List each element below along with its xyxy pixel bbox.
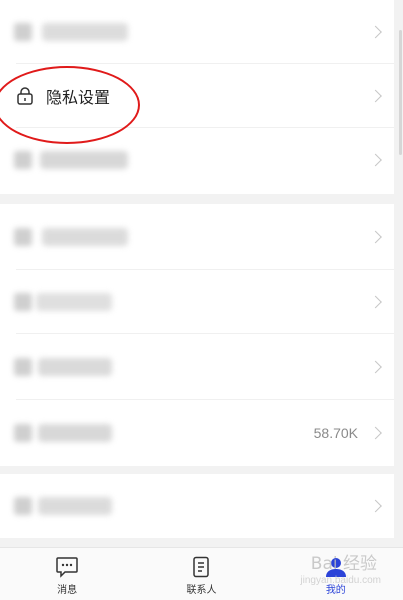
settings-row-blurred-3[interactable]	[0, 204, 394, 270]
tab-label: 消息	[57, 585, 78, 596]
storage-size-value: 58.70K	[313, 425, 358, 441]
blurred-label	[38, 358, 112, 376]
blurred-icon	[14, 228, 32, 246]
blurred-icon	[14, 293, 32, 311]
blurred-label	[36, 293, 112, 311]
blurred-icon	[14, 424, 32, 442]
chevron-right-icon	[369, 295, 382, 309]
chevron-right-icon	[369, 230, 382, 244]
chevron-right-icon	[369, 153, 382, 167]
blurred-icon	[14, 497, 32, 515]
blurred-icon	[14, 358, 32, 376]
settings-group-2: 58.70K	[0, 204, 394, 466]
scrollbar[interactable]	[399, 30, 402, 155]
settings-row-storage[interactable]: 58.70K	[0, 400, 394, 466]
chevron-right-icon	[369, 360, 382, 374]
settings-row-blurred-6[interactable]	[0, 474, 394, 538]
settings-group-3	[0, 474, 394, 538]
watermark: Bai 经验	[310, 554, 377, 574]
chevron-right-icon	[369, 426, 382, 440]
chevron-right-icon	[369, 89, 382, 103]
settings-row-blurred-4[interactable]	[0, 270, 394, 334]
blurred-icon	[14, 151, 32, 169]
tab-messages[interactable]: 消息	[0, 548, 134, 600]
tab-contacts[interactable]: 联系人	[134, 548, 268, 600]
blurred-label	[38, 497, 112, 515]
chevron-right-icon	[369, 499, 382, 513]
settings-screen: 隐私设置 58.70K 消息 联系人 我的 Bai 经验 jingyan.bai…	[0, 0, 403, 600]
blurred-label	[42, 228, 128, 246]
tab-label: 联系人	[186, 585, 217, 596]
contacts-icon	[193, 556, 210, 578]
chevron-right-icon	[369, 25, 382, 39]
blurred-label	[40, 151, 128, 169]
blurred-label	[38, 424, 112, 442]
watermark-url: jingyan.baidu.com	[300, 575, 381, 586]
settings-row-blurred-1[interactable]	[0, 0, 394, 64]
message-icon	[56, 557, 78, 578]
blurred-icon	[14, 23, 32, 41]
blurred-label	[42, 23, 128, 41]
annotation-ellipse	[0, 66, 140, 144]
settings-row-blurred-5[interactable]	[0, 334, 394, 400]
